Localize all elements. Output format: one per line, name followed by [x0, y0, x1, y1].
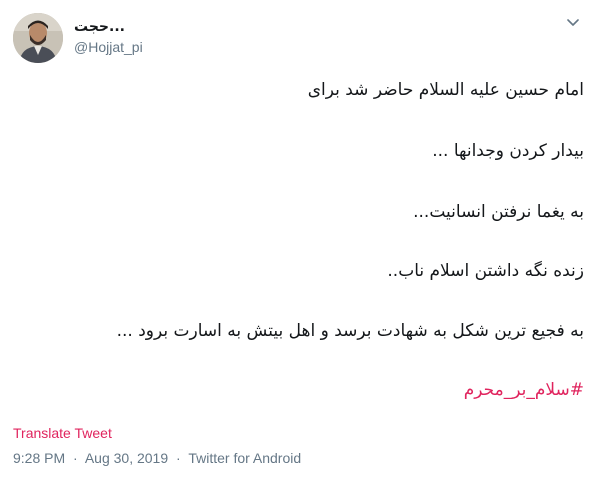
tweet-line: زنده نگه داشتن اسلام ناب..: [387, 261, 584, 281]
display-name[interactable]: حجت...: [74, 18, 143, 36]
tweet-source[interactable]: Twitter for Android: [188, 450, 301, 466]
tweet-line: به یغما نرفتن انسانیت...: [413, 202, 584, 222]
user-info[interactable]: حجت... @Hojjat_pi: [74, 18, 143, 56]
tweet-line: به فجیع ترین شکل به شهادت برسد و اهل بیت…: [116, 321, 584, 341]
user-handle[interactable]: @Hojjat_pi: [74, 38, 143, 56]
avatar[interactable]: [13, 13, 63, 63]
tweet-header: حجت... @Hojjat_pi: [13, 13, 584, 63]
hashtag-link[interactable]: #سلام_بر_محرم: [464, 380, 584, 400]
translate-tweet-link[interactable]: Translate Tweet: [13, 425, 112, 441]
tweet-menu-button[interactable]: [562, 15, 584, 31]
profile-photo: [13, 13, 63, 63]
meta-separator: ·: [73, 450, 78, 466]
chevron-down-icon: [567, 19, 579, 26]
tweet-line: امام حسین علیه السلام حاضر شد برای: [307, 80, 584, 100]
tweet-date[interactable]: Aug 30, 2019: [85, 450, 168, 466]
tweet-line: بیدار کردن وجدانها ...: [432, 141, 584, 161]
tweet-meta: 9:28 PM · Aug 30, 2019 · Twitter for And…: [13, 450, 301, 466]
tweet-time[interactable]: 9:28 PM: [13, 450, 65, 466]
meta-separator: ·: [176, 450, 181, 466]
